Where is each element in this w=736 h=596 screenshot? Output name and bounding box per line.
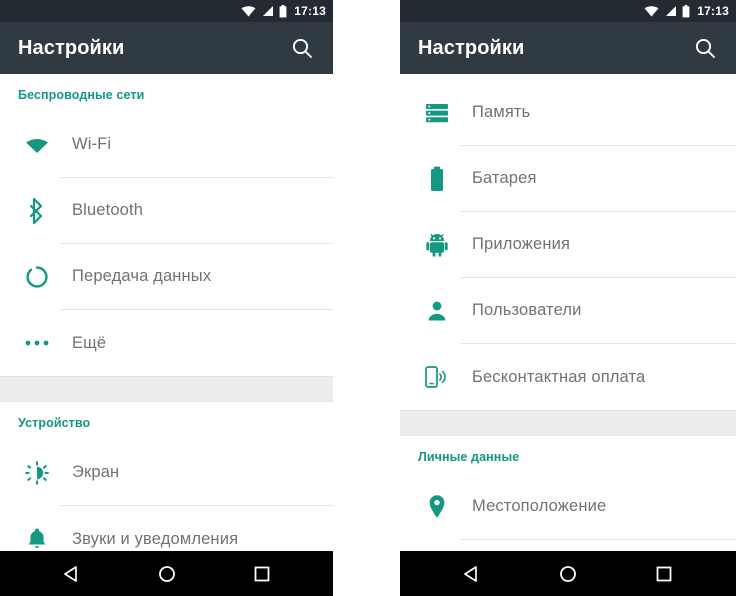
list-item-label: Местоположение xyxy=(472,497,607,515)
cellular-signal-icon xyxy=(666,6,677,16)
status-time: 17:13 xyxy=(294,4,326,18)
wifi-icon xyxy=(14,135,60,155)
status-bar: 17:13 xyxy=(0,0,333,22)
list-item-label: Ещё xyxy=(72,333,107,352)
list-item-location[interactable]: Местоположение xyxy=(400,474,736,540)
bluetooth-icon xyxy=(14,198,60,224)
list-item-nfc-payment[interactable]: Бесконтактная оплата xyxy=(400,344,736,410)
back-triangle-icon[interactable] xyxy=(449,556,495,592)
list-item-bluetooth[interactable]: Bluetooth xyxy=(0,178,333,244)
person-icon xyxy=(414,300,460,322)
list-item-label: Пользователи xyxy=(472,301,582,319)
recents-square-icon[interactable] xyxy=(239,556,285,592)
settings-list-left[interactable]: Беспроводные сети Wi-Fi Bluetooth Переда… xyxy=(0,74,333,551)
list-item-label: Бесконтактная оплата xyxy=(472,367,646,386)
brightness-icon xyxy=(14,461,60,485)
search-icon[interactable] xyxy=(688,31,722,65)
section-header-wireless: Беспроводные сети xyxy=(18,88,145,102)
home-circle-icon[interactable] xyxy=(144,556,190,592)
list-item-wifi[interactable]: Wi-Fi xyxy=(0,112,333,178)
list-item-apps[interactable]: Приложения xyxy=(400,212,736,278)
list-item-data-usage[interactable]: Передача данных xyxy=(0,244,333,310)
list-item-label: Wi-Fi xyxy=(72,135,112,153)
back-triangle-icon[interactable] xyxy=(49,556,95,592)
list-item-label: Экран xyxy=(72,463,120,481)
battery-icon xyxy=(414,166,460,192)
battery-icon xyxy=(682,4,690,17)
list-item-label: Память xyxy=(472,103,531,121)
page-title: Настройки xyxy=(18,36,125,59)
list-item-label: Передача данных xyxy=(72,267,212,285)
storage-icon xyxy=(414,103,460,123)
wifi-icon xyxy=(644,6,659,17)
section-divider xyxy=(400,410,736,436)
recents-square-icon[interactable] xyxy=(641,556,687,592)
section-divider xyxy=(0,376,333,402)
list-item-label: Звуки и уведомления xyxy=(72,529,239,548)
list-item-partial-cutoff[interactable] xyxy=(400,540,736,551)
list-item-label: Батарея xyxy=(472,169,537,187)
more-dots-icon xyxy=(14,339,60,347)
status-bar: 17:13 xyxy=(400,0,736,22)
android-robot-icon xyxy=(414,233,460,257)
right-phone-screen: 17:13 Настройки Память Батарея Приложени… xyxy=(400,0,736,596)
search-icon[interactable] xyxy=(285,31,319,65)
home-circle-icon[interactable] xyxy=(545,556,591,592)
settings-list-right[interactable]: Память Батарея Приложения Пользователи Б… xyxy=(400,74,736,551)
dual-screenshot-container: 17:13 Настройки Беспроводные сети Wi-Fi xyxy=(0,0,736,596)
status-time: 17:13 xyxy=(697,4,729,18)
nfc-icon xyxy=(414,365,460,389)
list-item-battery[interactable]: Батарея xyxy=(400,146,736,212)
bell-icon xyxy=(14,527,60,551)
location-pin-icon xyxy=(414,494,460,520)
app-bar: Настройки xyxy=(400,22,736,74)
navigation-bar xyxy=(400,551,736,596)
app-bar: Настройки xyxy=(0,22,333,74)
page-title: Настройки xyxy=(418,36,525,59)
list-item-storage[interactable]: Память xyxy=(400,80,736,146)
wifi-icon xyxy=(241,6,256,17)
cellular-signal-icon xyxy=(263,6,274,16)
navigation-bar xyxy=(0,551,333,596)
section-header-personal: Личные данные xyxy=(418,450,520,464)
section-header-device: Устройство xyxy=(18,416,91,430)
list-item-users[interactable]: Пользователи xyxy=(400,278,736,344)
list-item-label: Приложения xyxy=(472,235,571,253)
list-item-more[interactable]: Ещё xyxy=(0,310,333,376)
panel-gap xyxy=(333,0,400,596)
data-usage-icon xyxy=(14,265,60,289)
list-item-display[interactable]: Экран xyxy=(0,440,333,506)
list-item-sound[interactable]: Звуки и уведомления xyxy=(0,506,333,551)
list-item-label: Bluetooth xyxy=(72,201,144,219)
left-phone-screen: 17:13 Настройки Беспроводные сети Wi-Fi xyxy=(0,0,333,596)
battery-icon xyxy=(279,4,287,17)
